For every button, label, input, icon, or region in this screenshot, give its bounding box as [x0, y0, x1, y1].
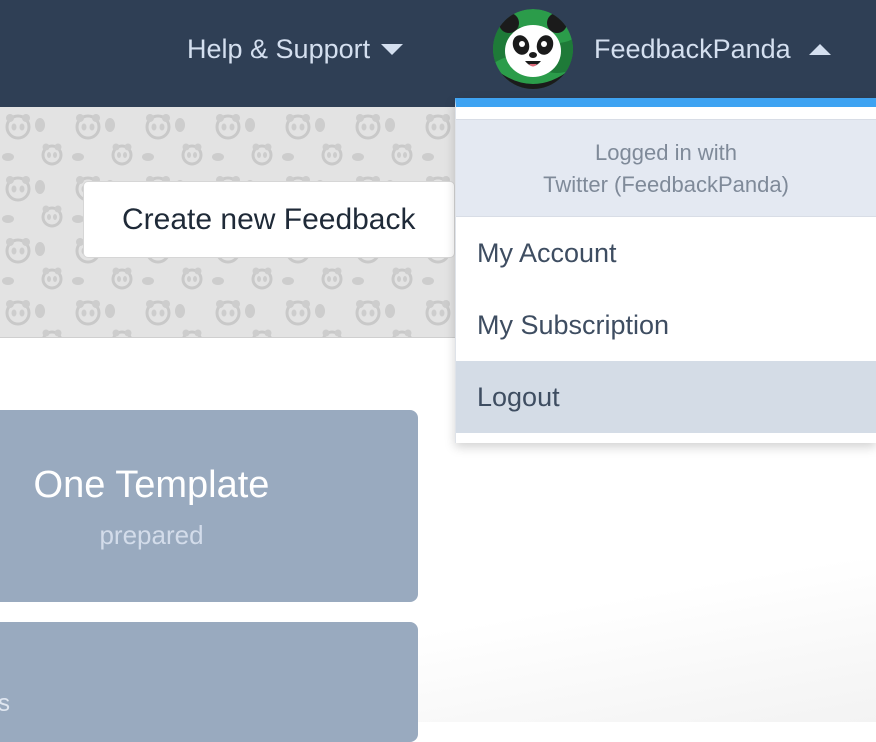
menu-item-label: Logout — [477, 381, 560, 412]
card-subtitle: prepared — [99, 520, 204, 550]
login-provider-line: Twitter (FeedbackPanda) — [543, 172, 789, 197]
chevron-down-icon — [381, 43, 404, 55]
user-name-label: FeedbackPanda — [594, 33, 791, 64]
chevron-up-icon — [808, 43, 831, 55]
login-info-header: Logged in with Twitter (FeedbackPanda) — [456, 119, 876, 217]
panda-avatar-icon — [493, 9, 573, 89]
menu-item-label: My Account — [477, 237, 617, 268]
template-card[interactable]: One Template prepared — [0, 410, 418, 602]
second-card[interactable]: rs — [0, 622, 418, 742]
user-menu-toggle[interactable]: FeedbackPanda — [493, 9, 831, 89]
help-support-label: Help & Support — [187, 33, 371, 64]
card-label: rs — [0, 690, 10, 717]
top-navigation-bar: Help & Support FeedbackPanda — [0, 0, 876, 107]
menu-item-logout[interactable]: Logout — [456, 361, 876, 433]
menu-item-my-account[interactable]: My Account — [456, 217, 876, 289]
create-feedback-button[interactable]: Create new Feedback — [83, 181, 455, 258]
help-support-menu[interactable]: Help & Support — [187, 31, 404, 67]
user-dropdown-menu: Logged in with Twitter (FeedbackPanda) M… — [455, 98, 876, 443]
background-fade — [418, 560, 876, 722]
card-title: One Template — [33, 464, 270, 506]
menu-item-my-subscription[interactable]: My Subscription — [456, 289, 876, 361]
login-info-line: Logged in with — [595, 140, 737, 165]
menu-item-label: My Subscription — [477, 309, 670, 340]
